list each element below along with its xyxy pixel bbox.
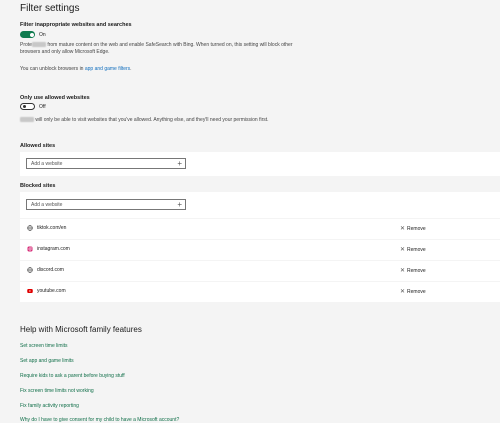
remove-site-button[interactable]: ✕ Remove <box>400 288 426 295</box>
remove-label: Remove <box>407 268 426 274</box>
blocked-site-row: tiktok.com/en ✕ Remove <box>20 219 500 239</box>
remove-site-button[interactable]: ✕ Remove <box>400 246 426 253</box>
unblock-end: . <box>130 66 132 72</box>
filter-desc-line2: browsers and only allow Microsoft Edge. <box>20 49 110 55</box>
unblock-text: You can unblock browsers in app and game… <box>20 66 132 73</box>
allowed-only-description: will only be able to visit websites that… <box>20 117 490 124</box>
instagram-icon <box>27 246 33 252</box>
youtube-icon <box>27 289 33 293</box>
filter-toggle-state: On <box>39 32 46 38</box>
help-link[interactable]: Set screen time limits <box>20 343 68 349</box>
remove-label: Remove <box>407 226 426 232</box>
remove-site-button[interactable]: ✕ Remove <box>400 225 426 232</box>
blocked-site-name: instagram.com <box>37 246 70 252</box>
close-icon: ✕ <box>400 247 406 253</box>
filter-desc-line1: from mature content on the web and enabl… <box>47 42 293 48</box>
allowed-sites-label: Allowed sites <box>20 143 56 149</box>
add-blocked-site-icon[interactable]: + <box>177 200 182 209</box>
remove-label: Remove <box>407 289 426 295</box>
allowed-only-toggle[interactable] <box>20 103 35 110</box>
toggle-knob <box>22 105 26 108</box>
allowed-only-desc: will only be able to visit websites that… <box>35 117 269 123</box>
help-title: Help with Microsoft family features <box>20 325 142 334</box>
allowed-only-title: Only use allowed websites <box>20 95 90 101</box>
blocked-site-input[interactable]: Add a website + <box>26 199 186 210</box>
help-link[interactable]: Fix screen time limits not working <box>20 388 94 394</box>
close-icon: ✕ <box>400 268 406 274</box>
redacted-name <box>20 117 34 122</box>
page-title: Filter settings <box>20 3 80 14</box>
allowed-site-input[interactable]: Add a website + <box>26 158 186 169</box>
filter-toggle[interactable] <box>20 31 35 38</box>
globe-icon <box>27 267 33 273</box>
redacted-name <box>31 42 46 47</box>
blocked-site-name: discord.com <box>37 267 64 273</box>
help-link[interactable]: Set app and game limits <box>20 358 74 364</box>
add-allowed-site-icon[interactable]: + <box>177 159 182 168</box>
blocked-site-placeholder: Add a website <box>31 202 63 208</box>
blocked-site-name: youtube.com <box>37 288 66 294</box>
blocked-site-name: tiktok.com/en <box>37 225 67 231</box>
toggle-knob <box>29 32 34 37</box>
app-game-filters-link[interactable]: app and game filters <box>85 66 130 72</box>
blocked-sites-label: Blocked sites <box>20 183 56 189</box>
filter-desc-prefix: Prote <box>20 42 32 48</box>
unblock-prefix: You can unblock browsers in <box>20 66 84 72</box>
remove-label: Remove <box>407 247 426 253</box>
allowed-site-placeholder: Add a website <box>31 161 63 167</box>
blocked-site-row: instagram.com ✕ Remove <box>20 240 500 260</box>
help-link[interactable]: Why do I have to give consent for my chi… <box>20 417 179 423</box>
filter-description: Prote from mature content on the web and… <box>20 42 490 56</box>
filter-title: Filter inappropriate websites and search… <box>20 22 132 28</box>
close-icon: ✕ <box>400 226 406 232</box>
remove-site-button[interactable]: ✕ Remove <box>400 267 426 274</box>
blocked-site-row: youtube.com ✕ Remove <box>20 282 500 302</box>
globe-icon <box>27 225 33 231</box>
help-link[interactable]: Fix family activity reporting <box>20 403 79 409</box>
allowed-sites-panel: Add a website + <box>20 152 500 176</box>
blocked-site-row: discord.com ✕ Remove <box>20 261 500 281</box>
allowed-only-toggle-state: Off <box>39 104 46 110</box>
blocked-sites-panel: Add a website + <box>20 192 500 218</box>
help-link[interactable]: Require kids to ask a parent before buyi… <box>20 373 125 379</box>
close-icon: ✕ <box>400 289 406 295</box>
